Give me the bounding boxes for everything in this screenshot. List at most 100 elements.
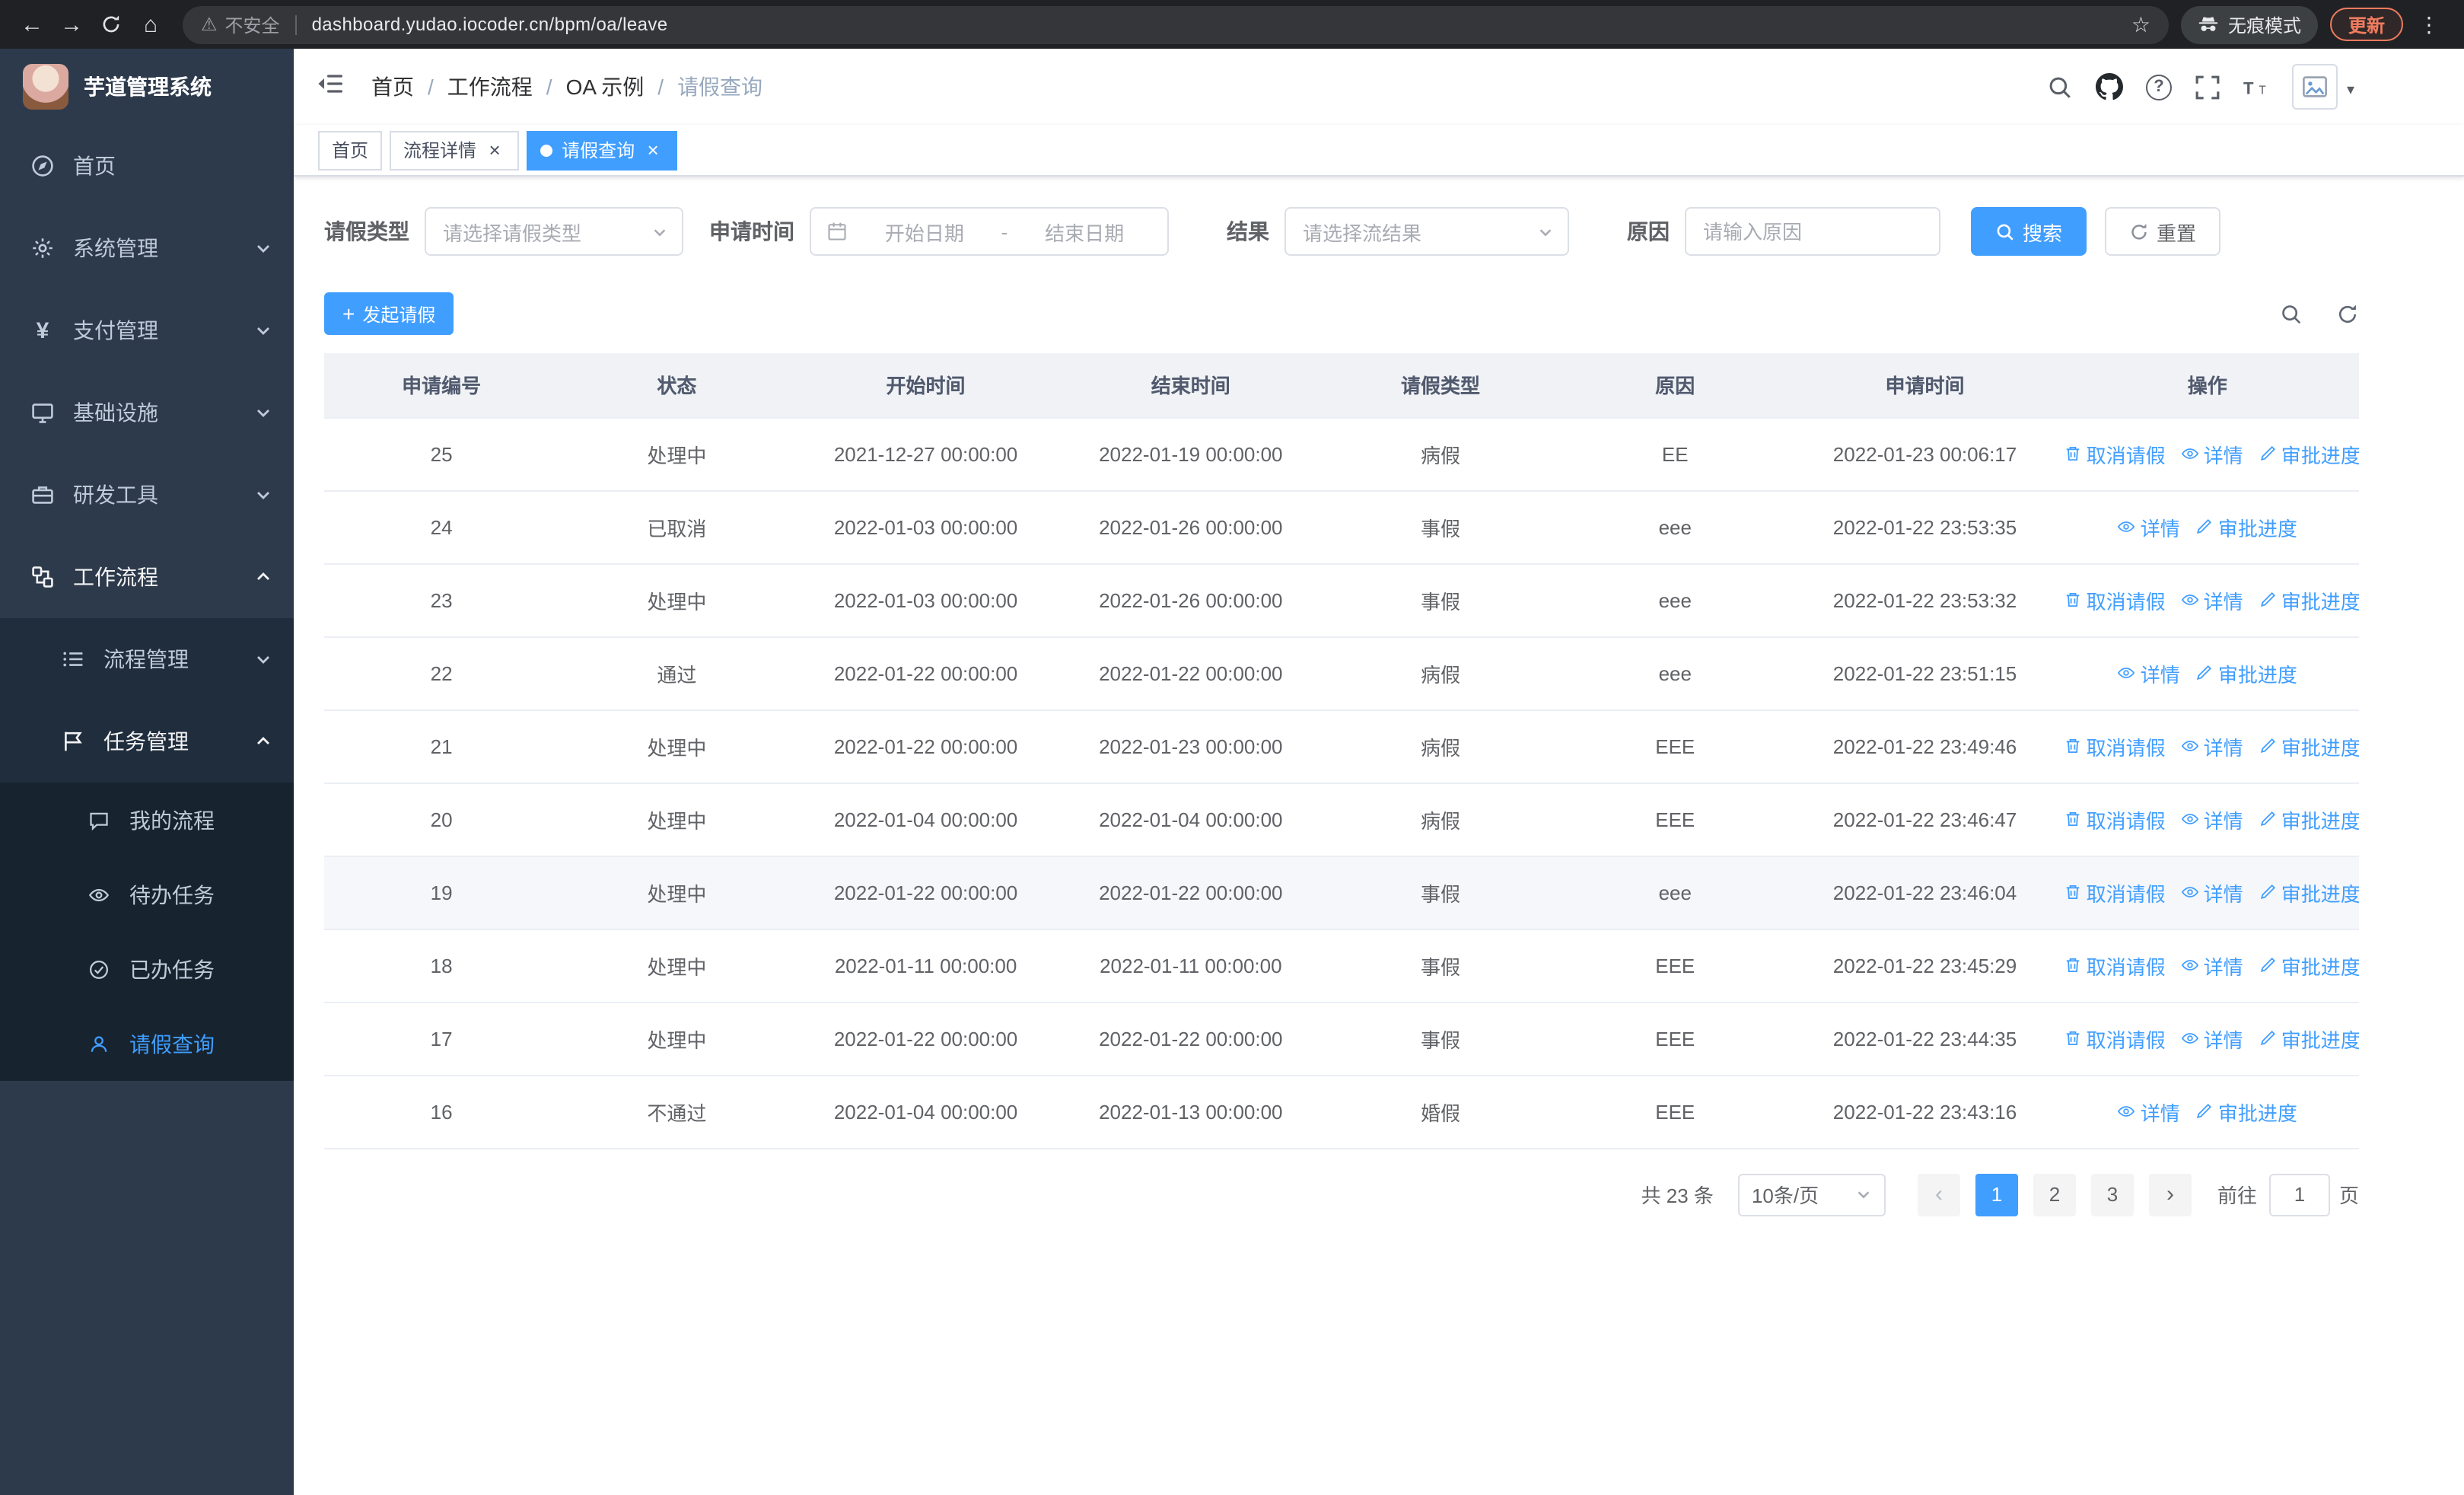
chevron-down-icon	[254, 403, 272, 422]
update-button[interactable]: 更新	[2329, 8, 2403, 41]
breadcrumb-workflow[interactable]: 工作流程	[447, 72, 533, 102]
detail-link[interactable]: 详情	[2118, 1097, 2180, 1126]
bookmark-star-icon[interactable]: ☆	[2131, 11, 2150, 37]
approval-progress-link[interactable]: 审批进度	[2195, 1097, 2297, 1126]
sidebar-item-devtools[interactable]: 研发工具	[0, 454, 294, 536]
toggle-search-icon[interactable]	[2280, 302, 2303, 325]
sidebar-item-leave-query[interactable]: 请假查询	[0, 1006, 294, 1081]
close-icon[interactable]: ×	[642, 139, 664, 161]
sidebar-item-payment[interactable]: ¥ 支付管理	[0, 289, 294, 371]
approval-progress-link[interactable]: 审批进度	[2259, 732, 2359, 760]
column-header: 状态	[559, 353, 795, 418]
cancel-leave-link[interactable]: 取消请假	[2064, 951, 2166, 980]
cell-start: 2022-01-03 00:00:00	[794, 490, 1057, 564]
detail-link[interactable]: 详情	[2181, 585, 2243, 614]
reason-input[interactable]	[1685, 207, 1940, 256]
cell-reason: EEE	[1556, 1002, 1794, 1076]
browser-refresh-icon[interactable]	[91, 5, 131, 44]
detail-link[interactable]: 详情	[2181, 439, 2243, 468]
page-button-2[interactable]: 2	[2033, 1173, 2076, 1216]
sidebar-collapse-icon[interactable]	[317, 72, 347, 102]
cell-status: 处理中	[559, 417, 795, 491]
detail-link[interactable]: 详情	[2118, 658, 2180, 687]
cancel-leave-link[interactable]: 取消请假	[2064, 585, 2166, 614]
address-bar[interactable]: ⚠ 不安全 dashboard.yudao.iocoder.cn/bpm/oa/…	[183, 5, 2169, 43]
detail-link[interactable]: 详情	[2181, 805, 2243, 834]
browser-menu-icon[interactable]: ⋮	[2409, 5, 2449, 44]
result-select[interactable]: 请选择流结果	[1285, 207, 1569, 256]
goto-page-input[interactable]	[2268, 1173, 2330, 1216]
leave-type-select[interactable]: 请选择请假类型	[425, 207, 683, 256]
detail-link[interactable]: 详情	[2181, 732, 2243, 760]
approval-progress-link[interactable]: 审批进度	[2259, 439, 2359, 468]
approval-progress-link[interactable]: 审批进度	[2259, 805, 2359, 834]
browser-home-icon[interactable]: ⌂	[131, 5, 170, 44]
page-button-1[interactable]: 1	[1975, 1173, 2018, 1216]
logo[interactable]: 芋道管理系统	[0, 49, 294, 125]
chevron-down-icon	[254, 321, 272, 339]
approval-progress-link[interactable]: 审批进度	[2259, 585, 2359, 614]
detail-link[interactable]: 详情	[2118, 512, 2180, 541]
detail-link[interactable]: 详情	[2181, 1024, 2243, 1053]
cell-id: 16	[324, 1075, 559, 1149]
sidebar-item-workflow[interactable]: 工作流程	[0, 536, 294, 618]
cancel-leave-link[interactable]: 取消请假	[2064, 732, 2166, 760]
search-button[interactable]: 搜索	[1971, 207, 2087, 256]
sidebar-item-infrastructure[interactable]: 基础设施	[0, 371, 294, 454]
detail-link[interactable]: 详情	[2181, 878, 2243, 907]
table-toolbar: + 发起请假	[324, 292, 2359, 335]
user-avatar[interactable]	[2291, 64, 2338, 110]
refresh-table-icon[interactable]	[2336, 302, 2359, 325]
sidebar-item-task-management[interactable]: 任务管理	[0, 700, 294, 783]
github-icon[interactable]	[2095, 73, 2123, 100]
approval-progress-link[interactable]: 审批进度	[2259, 951, 2359, 980]
search-icon[interactable]	[2047, 74, 2073, 100]
breadcrumb-oa-example[interactable]: OA 示例	[566, 72, 645, 102]
cell-type: 事假	[1324, 1002, 1557, 1076]
tab-home[interactable]: 首页	[318, 130, 383, 170]
approval-progress-link[interactable]: 审批进度	[2259, 878, 2359, 907]
approval-progress-link[interactable]: 审批进度	[2195, 512, 2297, 541]
cancel-leave-link[interactable]: 取消请假	[2064, 439, 2166, 468]
cell-actions: 详情 审批进度	[2055, 490, 2359, 564]
browser-back-icon[interactable]: ←	[12, 5, 52, 44]
next-page-button[interactable]: ›	[2148, 1173, 2192, 1216]
cell-end: 2022-01-22 00:00:00	[1056, 1002, 1325, 1076]
cancel-leave-link[interactable]: 取消请假	[2064, 805, 2166, 834]
browser-forward-icon[interactable]: →	[52, 5, 91, 44]
close-icon[interactable]: ×	[484, 139, 505, 161]
sidebar-item-label: 研发工具	[73, 483, 158, 507]
approval-progress-link[interactable]: 审批进度	[2195, 658, 2297, 687]
detail-link[interactable]: 详情	[2181, 951, 2243, 980]
help-icon[interactable]: ?	[2145, 74, 2172, 100]
page-button-3[interactable]: 3	[2090, 1173, 2134, 1216]
sidebar-item-pending-tasks[interactable]: 待办任务	[0, 857, 294, 932]
font-size-icon[interactable]: TT	[2243, 74, 2269, 100]
briefcase-icon	[30, 483, 55, 507]
chevron-down-icon	[254, 486, 272, 504]
tab-process-detail[interactable]: 流程详情 ×	[390, 130, 520, 170]
cell-actions: 取消请假 详情 审批进度	[2055, 417, 2359, 491]
cell-type: 病假	[1324, 417, 1557, 491]
avatar-dropdown-caret-icon[interactable]: ▾	[2347, 82, 2354, 99]
reset-button[interactable]: 重置	[2105, 207, 2221, 256]
select-placeholder: 请选择流结果	[1303, 222, 1422, 244]
approval-progress-link[interactable]: 审批进度	[2259, 1024, 2359, 1053]
breadcrumb-home[interactable]: 首页	[371, 72, 414, 102]
fullscreen-icon[interactable]	[2195, 74, 2220, 100]
sidebar-item-my-processes[interactable]: 我的流程	[0, 783, 294, 857]
sidebar-item-home[interactable]: 首页	[0, 125, 294, 207]
prev-page-button[interactable]: ‹	[1917, 1173, 1960, 1216]
cell-status: 处理中	[559, 709, 795, 783]
tab-label: 请假查询	[562, 140, 635, 161]
create-leave-button[interactable]: + 发起请假	[324, 292, 454, 335]
chevron-down-icon	[1537, 223, 1554, 240]
cancel-leave-link[interactable]: 取消请假	[2064, 878, 2166, 907]
sidebar-item-done-tasks[interactable]: 已办任务	[0, 932, 294, 1006]
page-size-select[interactable]: 10条/页	[1737, 1173, 1886, 1216]
cancel-leave-link[interactable]: 取消请假	[2064, 1024, 2166, 1053]
tab-leave-query[interactable]: 请假查询 ×	[527, 130, 678, 170]
sidebar-item-system[interactable]: 系统管理	[0, 207, 294, 289]
apply-time-range-picker[interactable]: 开始日期 - 结束日期	[810, 207, 1169, 256]
sidebar-item-process-management[interactable]: 流程管理	[0, 618, 294, 700]
